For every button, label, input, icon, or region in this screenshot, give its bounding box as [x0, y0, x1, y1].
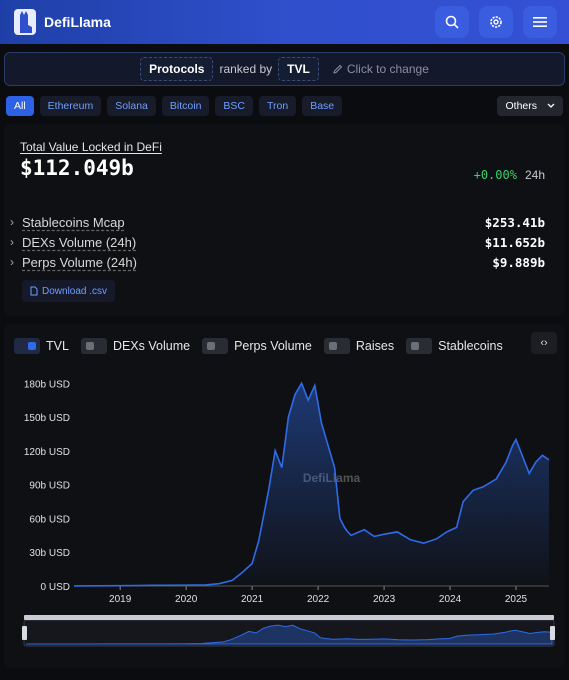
search-button[interactable]: [435, 6, 469, 38]
y-tick-label: 30b USD: [29, 548, 70, 559]
menu-icon: [533, 17, 547, 27]
tvl-area-chart: 0 USD 30b USD 60b USD 90b USD 120b USD 150b U…: [22, 379, 555, 647]
metric-name: Perps Volume (24h): [22, 254, 137, 270]
search-icon: [445, 15, 459, 29]
llama-logo-icon: [14, 9, 36, 35]
x-tick-label: 2024: [439, 594, 462, 605]
toggle-switch: [406, 338, 433, 354]
chain-bsc[interactable]: BSC: [215, 96, 254, 116]
toggle-dexs-volume[interactable]: DEXs Volume: [80, 338, 191, 354]
gear-icon: [490, 16, 502, 28]
chain-solana[interactable]: Solana: [107, 96, 156, 116]
toggle-switch: [202, 338, 229, 354]
pencil-icon: [333, 64, 343, 74]
metric-row-dexs-volume[interactable]: › DEXs Volume (24h) $11.652b: [10, 234, 545, 250]
download-csv-button[interactable]: Download .csv: [22, 280, 116, 302]
toggle-label: Perps Volume: [234, 339, 312, 353]
tvl-summary-panel: Total Value Locked in DeFi $112.049b +0.…: [4, 124, 565, 316]
chain-bitcoin[interactable]: Bitcoin: [161, 96, 210, 116]
others-label: Others: [505, 100, 537, 112]
code-icon: ‹›: [540, 337, 548, 349]
tvl-label: Total Value Locked in DeFi: [20, 140, 162, 154]
chain-base[interactable]: Base: [302, 96, 343, 116]
chain-ethereum[interactable]: Ethereum: [39, 96, 102, 116]
brand-name: DefiLlama: [44, 14, 111, 30]
toggle-switch: [323, 338, 350, 354]
range-slider-selection: [24, 615, 554, 620]
metric-row-perps-volume[interactable]: › Perps Volume (24h) $9.889b: [10, 254, 545, 270]
toggle-label: Stablecoins: [438, 339, 503, 353]
y-tick-label: 60b USD: [29, 514, 70, 525]
x-tick-label: 2022: [307, 594, 330, 605]
toggle-tvl[interactable]: TVL: [14, 338, 69, 354]
embed-code-button[interactable]: ‹›: [531, 332, 557, 354]
toggle-stablecoins[interactable]: Stablecoins: [406, 338, 503, 354]
chain-filter-bar: All Ethereum Solana Bitcoin BSC Tron Bas…: [0, 86, 569, 116]
tvl-change-period: 24h: [524, 168, 545, 182]
top-header: DefiLlama: [0, 0, 569, 44]
x-tick-label: 2023: [373, 594, 396, 605]
ranking-selector: Protocols ranked by TVL Click to change: [4, 52, 565, 86]
tvl-area-fill: [74, 383, 549, 586]
y-tick-label: 180b USD: [24, 379, 70, 390]
toggle-raises[interactable]: Raises: [323, 338, 395, 354]
metric-name: Stablecoins Mcap: [22, 214, 125, 230]
metric-value: $11.652b: [484, 234, 545, 250]
series-toggles: TVL DEXs Volume Perps Volume Raises Stab…: [4, 324, 565, 354]
ranked-by-text: ranked by: [219, 62, 273, 76]
chain-all[interactable]: All: [6, 96, 34, 116]
toggle-switch: [80, 338, 107, 354]
chevron-right-icon: ›: [10, 235, 14, 249]
x-tick-label: 2020: [175, 594, 198, 605]
toggle-switch: [14, 338, 40, 354]
chevron-down-icon: [547, 103, 555, 108]
file-icon: [30, 286, 38, 296]
y-tick-label: 120b USD: [24, 447, 70, 458]
y-tick-label: 0 USD: [41, 582, 70, 593]
x-tick-label: 2025: [505, 594, 528, 605]
y-tick-label: 150b USD: [24, 413, 70, 424]
tvl-change-percent: +0.00%: [473, 168, 517, 182]
brand-logo[interactable]: DefiLlama: [12, 7, 111, 37]
chain-tron[interactable]: Tron: [259, 96, 297, 116]
entity-selector[interactable]: Protocols: [140, 57, 214, 81]
x-tick-label: 2019: [109, 594, 132, 605]
tvl-value: $112.049b: [20, 156, 134, 180]
metric-row-stablecoins[interactable]: › Stablecoins Mcap $253.41b: [10, 214, 545, 230]
tvl-chart-panel: TVL DEXs Volume Perps Volume Raises Stab…: [4, 324, 565, 668]
settings-button[interactable]: [479, 6, 513, 38]
metric-name: DEXs Volume (24h): [22, 234, 137, 250]
toggle-label: TVL: [46, 339, 69, 353]
range-slider-right-handle[interactable]: [550, 626, 555, 640]
click-to-change-label: Click to change: [346, 62, 429, 76]
metric-selector[interactable]: TVL: [278, 57, 319, 81]
download-csv-label: Download .csv: [42, 285, 108, 297]
y-tick-label: 90b USD: [29, 481, 70, 492]
toggle-label: Raises: [355, 339, 395, 353]
toggle-label: DEXs Volume: [112, 339, 191, 353]
menu-button[interactable]: [523, 6, 557, 38]
x-tick-label: 2021: [241, 594, 264, 605]
chevron-right-icon: ›: [10, 215, 14, 229]
chevron-right-icon: ›: [10, 255, 14, 269]
toggle-perps-volume[interactable]: Perps Volume: [202, 338, 312, 354]
others-dropdown[interactable]: Others: [497, 96, 563, 116]
metric-value: $253.41b: [484, 214, 545, 230]
tvl-change: +0.00% 24h: [474, 168, 545, 182]
click-to-change-hint[interactable]: Click to change: [333, 62, 429, 76]
metric-value: $9.889b: [492, 254, 545, 270]
range-slider-left-handle[interactable]: [22, 626, 27, 640]
